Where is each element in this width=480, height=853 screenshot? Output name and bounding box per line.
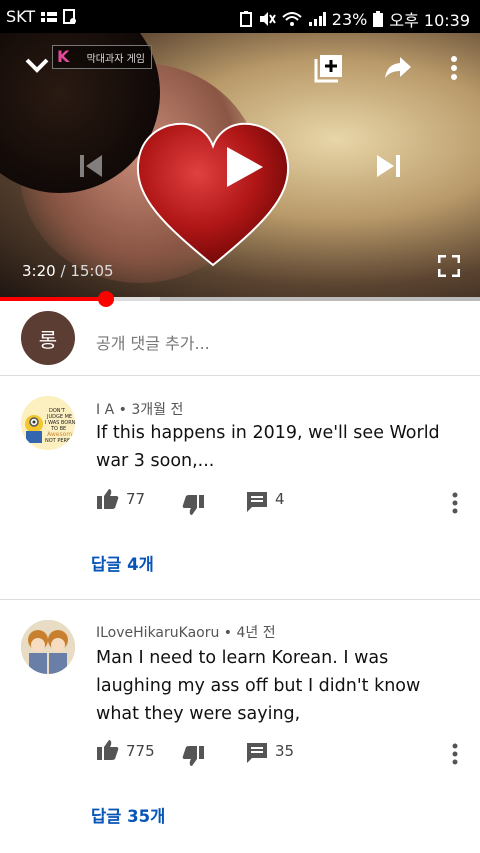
seek-bar-handle[interactable] bbox=[98, 291, 115, 307]
share-icon[interactable] bbox=[384, 55, 412, 79]
comment-meta: I A • 3개월 전 bbox=[96, 399, 183, 419]
status-bar: SKT 23% 오후 10:39 bbox=[0, 0, 480, 33]
anime-avatar-icon bbox=[21, 620, 75, 674]
wifi-icon bbox=[282, 12, 302, 26]
commenter-avatar[interactable]: DON'T JUDGE ME I WAS BORN TO BE Awesome … bbox=[21, 396, 75, 450]
comment-age: 4년 전 bbox=[236, 625, 276, 641]
meta-dot: • bbox=[223, 625, 237, 641]
like-count: 77 bbox=[126, 490, 146, 508]
like-count: 775 bbox=[126, 742, 155, 760]
comment-actions: 77 4 bbox=[0, 487, 480, 517]
next-icon[interactable] bbox=[375, 153, 403, 179]
comment-item: ILoveHikaruKaoru • 4년 전 Man I need to le… bbox=[0, 600, 480, 853]
dislike-icon[interactable] bbox=[182, 746, 204, 766]
add-comment-input[interactable]: 공개 댓글 추가... bbox=[96, 330, 210, 354]
signal-bars-icon bbox=[41, 11, 58, 22]
channel-logo-text: 막대과자 게임 bbox=[86, 53, 145, 65]
comment-author[interactable]: ILoveHikaruKaoru bbox=[96, 625, 219, 641]
heart-overlay-icon bbox=[136, 122, 290, 267]
minimize-chevron-icon[interactable] bbox=[24, 57, 50, 75]
commenter-avatar[interactable] bbox=[21, 620, 75, 674]
play-icon[interactable] bbox=[225, 145, 265, 189]
svg-text:NOT PERFECT: NOT PERFECT bbox=[45, 438, 75, 444]
add-to-playlist-icon[interactable] bbox=[314, 53, 344, 83]
comment-more-icon[interactable] bbox=[451, 743, 459, 765]
view-replies-link[interactable]: 답글 35개 bbox=[91, 803, 165, 827]
reply-icon[interactable] bbox=[246, 742, 268, 764]
add-comment-row[interactable]: 롱 공개 댓글 추가... bbox=[0, 310, 480, 372]
meta-dot: • bbox=[118, 402, 132, 418]
comment-item: DON'T JUDGE ME I WAS BORN TO BE Awesome … bbox=[0, 376, 480, 598]
seek-bar[interactable] bbox=[0, 291, 480, 307]
playback-time: 3:20 / 15:05 bbox=[22, 262, 114, 280]
minion-avatar-icon: DON'T JUDGE ME I WAS BORN TO BE Awesome … bbox=[21, 396, 75, 450]
reply-count: 4 bbox=[275, 490, 285, 508]
comment-author[interactable]: I A bbox=[96, 402, 114, 418]
time-separator: / bbox=[60, 262, 66, 280]
mute-icon bbox=[259, 12, 276, 26]
like-icon[interactable] bbox=[97, 740, 119, 760]
comment-text: If this happens in 2019, we'll see World… bbox=[96, 423, 440, 471]
view-replies-link[interactable]: 답글 4개 bbox=[91, 551, 154, 575]
comment-meta: ILoveHikaruKaoru • 4년 전 bbox=[96, 622, 276, 642]
channel-logo-mark: K bbox=[57, 47, 70, 66]
clock: 오후 10:39 bbox=[389, 11, 470, 30]
comment-more-icon[interactable] bbox=[451, 492, 459, 514]
battery-saver-icon bbox=[239, 11, 252, 27]
carrier-label: SKT bbox=[6, 7, 36, 26]
video-player[interactable]: K 막대과자 게임 3:20 / 15:05 bbox=[0, 33, 480, 299]
battery-percent: 23% bbox=[331, 9, 368, 29]
duration-time: 15:05 bbox=[70, 262, 114, 280]
comment-actions: 775 35 bbox=[0, 738, 480, 768]
reply-icon[interactable] bbox=[246, 491, 268, 513]
fullscreen-icon[interactable] bbox=[438, 255, 460, 277]
like-icon[interactable] bbox=[97, 489, 119, 509]
cell-signal-icon bbox=[308, 12, 326, 26]
file-sync-icon bbox=[63, 8, 77, 24]
previous-icon[interactable] bbox=[78, 153, 104, 179]
comment-text: Man I need to learn Korean. I was laughi… bbox=[96, 648, 421, 724]
dislike-icon[interactable] bbox=[182, 495, 204, 515]
reply-count: 35 bbox=[275, 742, 295, 760]
more-options-icon[interactable] bbox=[449, 55, 459, 81]
elapsed-time: 3:20 bbox=[22, 262, 56, 280]
svg-text:Awesome: Awesome bbox=[47, 431, 75, 438]
current-user-avatar: 롱 bbox=[21, 311, 75, 365]
channel-logo: K 막대과자 게임 bbox=[52, 45, 152, 69]
comment-age: 3개월 전 bbox=[131, 402, 184, 418]
battery-icon bbox=[373, 11, 384, 27]
seek-bar-played bbox=[0, 297, 107, 301]
